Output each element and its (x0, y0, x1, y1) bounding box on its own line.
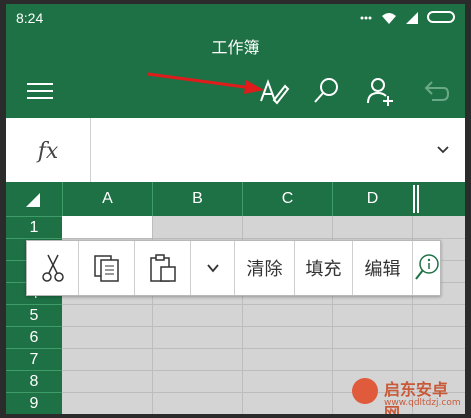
watermark-name: 启东安卓网 (384, 380, 449, 414)
fill-button[interactable]: 填充 (295, 241, 353, 295)
selected-cell-a1[interactable] (62, 216, 152, 238)
watermark: 启东安卓网 www.qdltdzj.com (352, 376, 462, 414)
fx-label[interactable]: fx (6, 118, 91, 184)
row-header-1[interactable]: 1 (6, 216, 62, 238)
copy-icon (93, 255, 119, 282)
cut-button[interactable] (27, 241, 79, 295)
app-window: 8:24 工作簿 fx A B C D 1 5 6 7 8 9 清除 填充 编辑… (6, 4, 465, 414)
wifi-icon (381, 10, 397, 24)
paste-icon (149, 254, 176, 282)
search-icon[interactable] (310, 74, 344, 108)
context-menu: 清除 填充 编辑 (26, 240, 441, 296)
row-header-7[interactable]: 7 (6, 348, 62, 370)
menu-icon[interactable] (24, 74, 58, 108)
row-header-9[interactable]: 9 (6, 392, 62, 414)
column-resize-handle[interactable] (413, 185, 419, 213)
edit-button[interactable]: 编辑 (353, 241, 413, 295)
chevron-down-icon[interactable] (435, 142, 451, 158)
column-headers: A B C D (6, 182, 465, 216)
copy-button[interactable] (79, 241, 135, 295)
add-person-icon[interactable] (364, 74, 398, 108)
row-header-6[interactable]: 6 (6, 326, 62, 348)
watermark-url: www.qdltdzj.com (384, 398, 461, 408)
annotation-arrow (147, 72, 264, 94)
app-title: 工作簿 (211, 38, 260, 57)
row-header-8[interactable]: 8 (6, 370, 62, 392)
paste-button[interactable] (135, 241, 191, 295)
scissors-icon (41, 254, 64, 282)
signal-icon (405, 10, 419, 24)
paste-options-dropdown[interactable] (191, 241, 235, 295)
undo-icon[interactable] (418, 74, 452, 108)
row-header-5[interactable]: 5 (6, 304, 62, 326)
column-header-b[interactable]: B (152, 182, 242, 216)
select-all-corner[interactable] (6, 182, 62, 216)
column-header-d[interactable]: D (332, 182, 412, 216)
battery-icon (427, 11, 455, 23)
clear-button[interactable]: 清除 (235, 241, 295, 295)
more-dots-icon (359, 10, 373, 24)
chevron-down-icon (206, 264, 219, 273)
watermark-logo (352, 378, 378, 404)
smart-lookup-button[interactable] (413, 241, 440, 295)
column-header-c[interactable]: C (242, 182, 332, 216)
formula-input[interactable] (96, 140, 416, 162)
smart-lookup-icon (414, 254, 439, 280)
status-bar: 8:24 (6, 4, 465, 32)
formula-bar: fx (6, 118, 465, 185)
column-header-a[interactable]: A (62, 182, 152, 216)
status-time: 8:24 (16, 10, 44, 26)
